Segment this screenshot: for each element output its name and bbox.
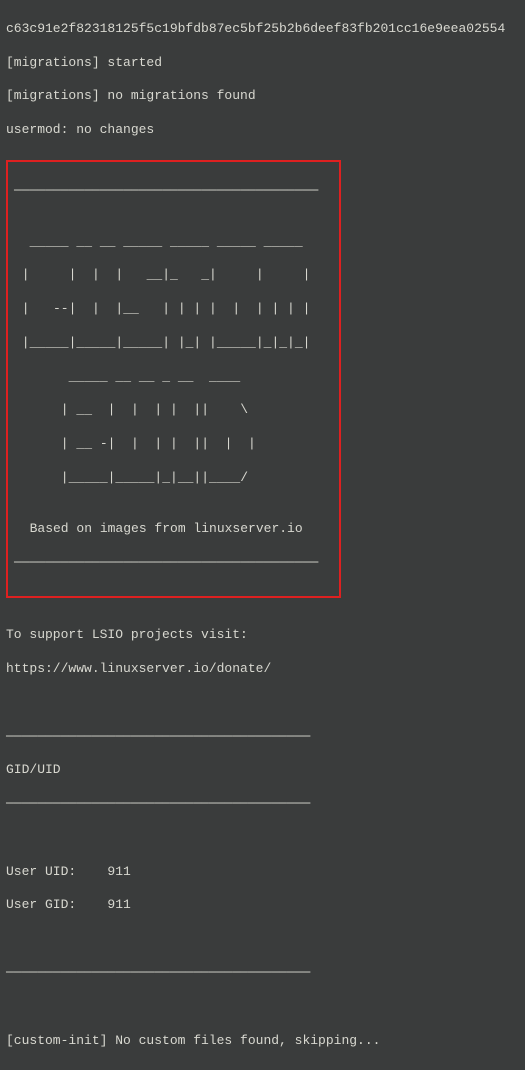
ascii-banner-box: ─────────────────────────────────────── … [6, 160, 341, 598]
ascii-line: | __ -| | | | || | | [14, 436, 333, 453]
ascii-line: | __ | | | | || \ [14, 402, 333, 419]
ascii-line: | | | | __|_ _| | | [14, 267, 333, 284]
hash-line: c63c91e2f82318125f5c19bfdb87ec5bf25b2b6d… [6, 21, 519, 38]
ascii-line: |_____|_____|_|__||____/ [14, 470, 333, 487]
custom-init: [custom-init] No custom files found, ski… [6, 1033, 519, 1050]
ascii-line: ─────────────────────────────────────── [14, 555, 333, 572]
ascii-line: _____ __ __ _____ _____ _____ _____ [14, 234, 333, 251]
divider: ─────────────────────────────────────── [6, 965, 519, 982]
usermod-line: usermod: no changes [6, 122, 519, 139]
ascii-line: |_____|_____|_____| |_| |_____|_|_|_| [14, 335, 333, 352]
blank-line [6, 999, 519, 1016]
blank-line [6, 695, 519, 712]
ascii-line: ─────────────────────────────────────── [14, 183, 333, 200]
giduid-header: GID/UID [6, 762, 519, 779]
ascii-line: | --| | |__ | | | | | | | | | [14, 301, 333, 318]
user-uid: User UID: 911 [6, 864, 519, 881]
blank-line [6, 931, 519, 948]
divider: ─────────────────────────────────────── [6, 729, 519, 746]
terminal-output: c63c91e2f82318125f5c19bfdb87ec5bf25b2b6d… [0, 0, 525, 1070]
support-line: To support LSIO projects visit: [6, 627, 519, 644]
ascii-credit: Based on images from linuxserver.io [14, 521, 333, 538]
divider: ─────────────────────────────────────── [6, 796, 519, 813]
migrations-none: [migrations] no migrations found [6, 88, 519, 105]
donate-url: https://www.linuxserver.io/donate/ [6, 661, 519, 678]
user-gid: User GID: 911 [6, 897, 519, 914]
blank-line [6, 830, 519, 847]
ascii-line: _____ __ __ _ __ ____ [14, 369, 333, 386]
migrations-started: [migrations] started [6, 55, 519, 72]
